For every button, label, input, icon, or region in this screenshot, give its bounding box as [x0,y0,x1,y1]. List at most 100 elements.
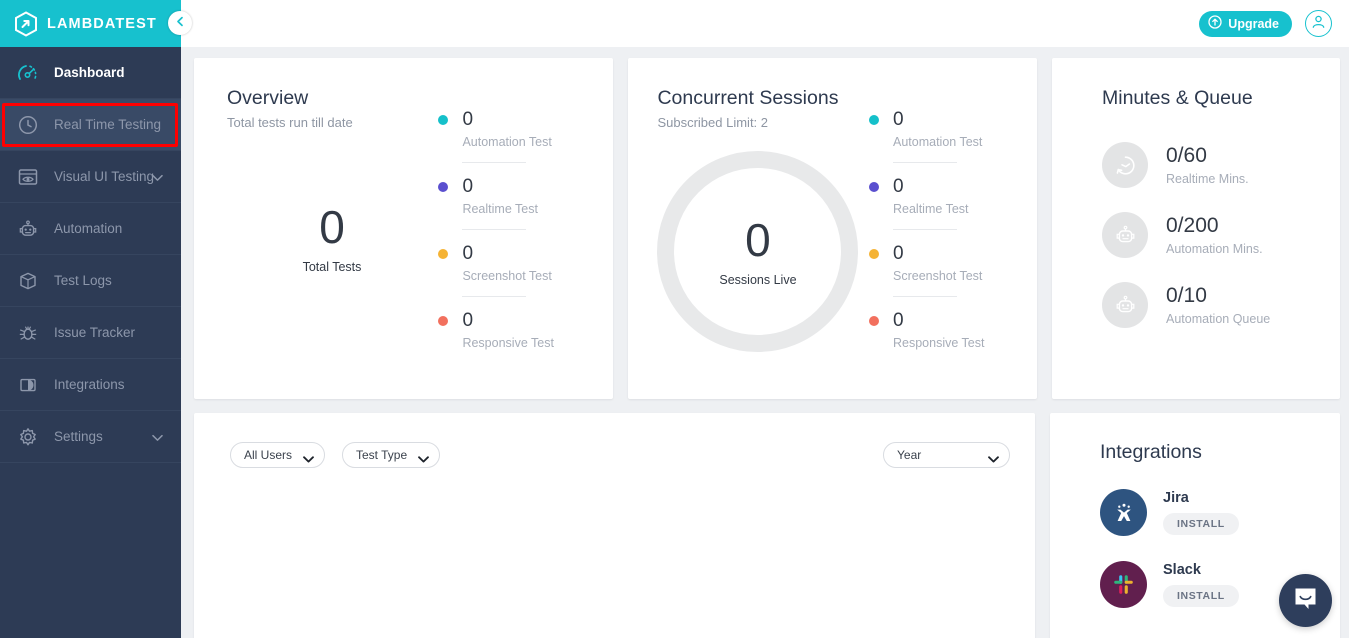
legend-value: 0 [462,244,473,263]
integrations-title: Integrations [1100,441,1340,464]
legend-dot-icon [438,249,448,259]
clock-refresh-icon [1102,142,1148,188]
minutes-queue-row: 0/10 Automation Queue [1102,282,1340,328]
legend-dot-icon [869,182,879,192]
legend-item: 0 Realtime Test [869,177,1037,230]
legend-divider [462,162,526,163]
chat-bubble-icon [1292,585,1319,617]
integration-install-button[interactable]: INSTALL [1163,585,1239,607]
concurrent-legend: 0 Automation Test 0 Realtime Test 0 Scre… [869,87,1037,399]
integration-install-button[interactable]: INSTALL [1163,513,1239,535]
jira-icon [1100,489,1147,536]
minutes-queue-row: 0/200 Automation Mins. [1102,212,1340,258]
clock-icon [15,112,41,138]
period-filter-select[interactable]: Year [883,442,1010,468]
legend-dot-icon [438,182,448,192]
hexagon-arrow-logo [14,11,38,37]
minutes-queue-label: Realtime Mins. [1166,172,1249,186]
sidebar-item-label: Test Logs [54,273,112,288]
sidebar-item-visual-ui-testing[interactable]: Visual UI Testing [0,151,181,203]
legend-value: 0 [462,177,473,196]
box-icon [15,268,41,294]
arrow-up-circle-icon [1208,15,1222,32]
legend-label: Responsive Test [462,336,613,350]
legend-value: 0 [462,110,473,129]
legend-value: 0 [462,311,473,330]
eye-window-icon [15,164,41,190]
integration-name: Jira [1163,490,1239,506]
legend-dot-icon [869,316,879,326]
legend-label: Responsive Test [893,336,1037,350]
legend-label: Realtime Test [893,202,1037,216]
top-bar: Upgrade [181,0,1349,47]
overview-subtitle: Total tests run till date [227,115,438,130]
user-avatar-icon [1310,13,1327,35]
brand-name: LAMBDATEST [47,16,157,32]
brand-header: LAMBDATEST [0,0,181,47]
chevron-left-icon [175,14,186,32]
legend-divider [893,296,957,297]
legend-dot-icon [438,115,448,125]
legend-label: Realtime Test [462,202,613,216]
test-type-filter-select[interactable]: Test Type [342,442,440,468]
sidebar: LAMBDATEST Dashboard [0,0,181,638]
donut-label: Sessions Live [719,273,796,287]
user-filter[interactable]: All Users [230,442,325,468]
sidebar-collapse-button[interactable] [168,11,192,35]
legend-dot-icon [438,316,448,326]
sidebar-item-label: Visual UI Testing [54,169,154,184]
sidebar-item-real-time-testing[interactable]: Real Time Testing [0,99,181,151]
sidebar-item-label: Settings [54,429,103,444]
legend-label: Automation Test [462,135,613,149]
sidebar-item-dashboard[interactable]: Dashboard [0,47,181,99]
overview-total-label: Total Tests [227,260,437,274]
sidebar-item-label: Integrations [54,377,125,392]
concurrent-sessions-card: Concurrent Sessions Subscribed Limit: 2 … [628,58,1037,399]
chevron-down-icon [152,429,163,444]
sidebar-item-settings[interactable]: Settings [0,411,181,463]
sidebar-item-automation[interactable]: Automation [0,203,181,255]
bug-icon [15,320,41,346]
chat-widget-button[interactable] [1279,574,1332,627]
legend-label: Screenshot Test [893,269,1037,283]
sidebar-item-issue-tracker[interactable]: Issue Tracker [0,307,181,359]
sessions-donut: 0 Sessions Live [657,151,869,352]
legend-divider [462,296,526,297]
legend-divider [893,162,957,163]
sidebar-item-label: Dashboard [54,65,125,80]
legend-value: 0 [893,177,904,196]
period-filter[interactable]: Year [883,442,1010,468]
speedometer-icon [15,60,41,86]
summary-cards-row: Overview Total tests run till date 0 Tot… [194,58,1340,399]
legend-item: 0 Screenshot Test [869,244,1037,297]
user-filter-select[interactable]: All Users [230,442,325,468]
donut-value: 0 [745,217,771,263]
avatar[interactable] [1305,10,1332,37]
upgrade-button[interactable]: Upgrade [1199,11,1292,37]
legend-item: 0 Screenshot Test [438,244,613,297]
upgrade-label: Upgrade [1228,17,1279,31]
legend-dot-icon [869,115,879,125]
minutes-queue-label: Automation Queue [1166,312,1270,326]
overview-total-value: 0 [227,204,437,250]
legend-label: Automation Test [893,135,1037,149]
minutes-queue-card: Minutes & Queue 0/60 Realtime Mins. [1052,58,1340,399]
minutes-queue-label: Automation Mins. [1166,242,1263,256]
overview-title: Overview [227,87,438,110]
legend-item: 0 Automation Test [438,110,613,163]
overview-card: Overview Total tests run till date 0 Tot… [194,58,613,399]
legend-item: 0 Automation Test [869,110,1037,163]
lower-cards-row: All Users Test Type Year Integrations [194,413,1340,638]
sidebar-item-test-logs[interactable]: Test Logs [0,255,181,307]
sidebar-item-integrations[interactable]: Integrations [0,359,181,411]
gear-icon [15,424,41,450]
concurrent-subtitle: Subscribed Limit: 2 [657,115,869,130]
integration-item-jira: Jira INSTALL [1100,489,1340,536]
legend-item: 0 Responsive Test [438,311,613,350]
legend-value: 0 [893,110,904,129]
puzzle-circle-icon [15,372,41,398]
test-type-filter[interactable]: Test Type [342,442,440,468]
test-chart-card: All Users Test Type Year [194,413,1035,638]
legend-item: 0 Realtime Test [438,177,613,230]
minutes-queue-value: 0/200 [1166,215,1263,236]
